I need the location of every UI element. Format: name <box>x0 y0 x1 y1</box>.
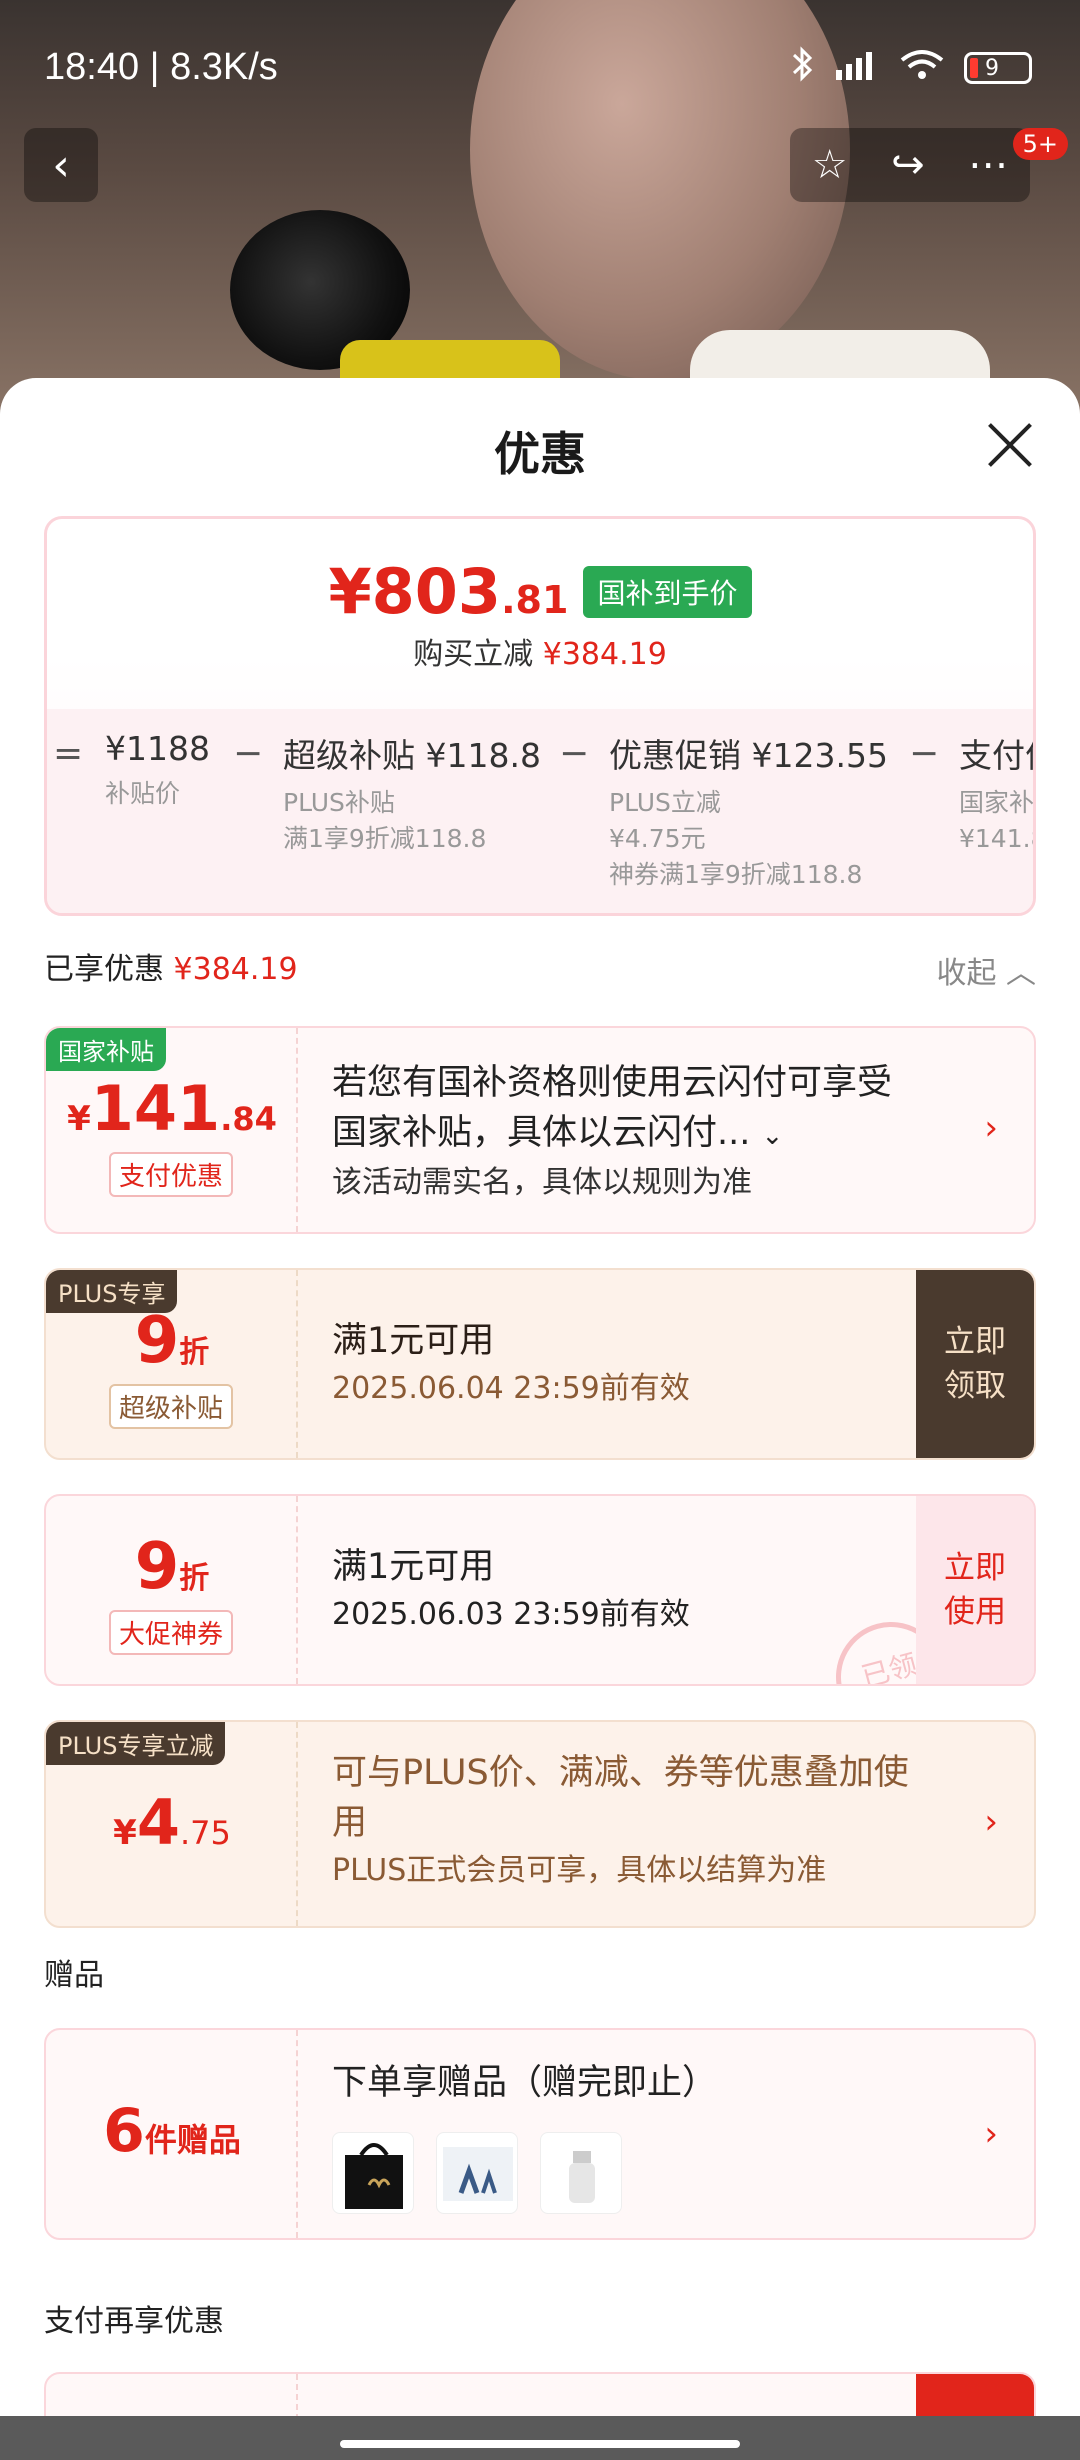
equals-sign: = <box>53 733 84 774</box>
reduce-label: 购买立减 <box>413 637 534 672</box>
breakdown-sub: PLUS补贴 满1享9折减118.8 <box>283 788 487 853</box>
coupon-left: PLUS专享 9折 超级补贴 <box>46 1270 298 1458</box>
close-icon[interactable] <box>986 420 1034 468</box>
chevron-up-icon: ︿ <box>1006 956 1036 991</box>
chevron-right-icon: › <box>984 1802 998 1842</box>
gifts-title: 下单享赠品（赠完即止） <box>332 2063 718 2103</box>
gift-count: 6件赠品 <box>103 2096 241 2166</box>
signal-icon <box>832 46 880 90</box>
gov-subsidy-card[interactable]: 国家补贴 ¥141.84 支付优惠 若您有国补资格则使用云闪付可享受 国家补贴，… <box>44 1026 1036 1234</box>
share-icon[interactable]: ↪ <box>891 142 925 188</box>
gift-bottle-image <box>540 2132 622 2214</box>
plus-reduce-tag: PLUS专享立减 <box>46 1722 226 1765</box>
gov-sub: 支付优惠 <box>108 1152 234 1197</box>
breakdown-title: 优惠促销 ¥123.55 <box>609 736 888 775</box>
sheet-title: 优惠 <box>494 427 586 481</box>
price-breakdown[interactable]: = ¥1188 补贴价 − 超级补贴 ¥118.8 PLUS补贴 满1享9折减11… <box>47 709 1035 913</box>
plus-reduce-card[interactable]: PLUS专享立减 ¥4.75 可与PLUS价、满减、券等优惠叠加使 用 PLUS… <box>44 1720 1036 1928</box>
promo-sub: 大促神券 <box>108 1610 234 1655</box>
reduce-value: ¥384.19 <box>542 637 667 672</box>
coupon-left: PLUS专享立减 ¥4.75 <box>46 1722 298 1926</box>
minus-sign: − <box>233 733 264 774</box>
plus-amount: 9折 <box>134 1304 210 1378</box>
wifi-icon <box>898 46 946 90</box>
plus-coupon-card[interactable]: PLUS专享 9折 超级补贴 满1元可用 2025.06.04 23:59前有效… <box>44 1268 1036 1460</box>
breakdown-sub: 国家补¥141.8 <box>959 788 1035 853</box>
battery-icon: 9 <box>964 52 1032 84</box>
promo-coupon-card[interactable]: 9折 大促神券 满1元可用 2025.06.03 23:59前有效 已领 立即使… <box>44 1494 1036 1686</box>
plus-line1: 满1元可用 <box>332 1321 495 1361</box>
final-price: ¥803.81 <box>328 555 569 628</box>
status-bar: 18:40 | 8.3K/s 9 <box>0 0 1080 135</box>
more-icon[interactable]: ⋯ <box>968 142 1008 188</box>
claim-now-button[interactable]: 立即领取 <box>916 1270 1034 1458</box>
star-icon[interactable]: ☆ <box>812 142 848 188</box>
plus-reduce-line1: 可与PLUS价、满减、券等优惠叠加使 <box>332 1753 909 1793</box>
promo-amount: 9折 <box>134 1530 210 1604</box>
enjoyed-value: ¥384.19 <box>173 952 298 987</box>
pay-section-title: 支付再享优惠 <box>44 2304 224 2339</box>
coupon-left: 国家补贴 ¥141.84 支付优惠 <box>46 1028 298 1232</box>
plus-reduce-line1b: 用 <box>332 1803 368 1843</box>
top-actions: ☆ ↪ ⋯ <box>790 128 1030 202</box>
use-now-button[interactable]: 立即使用 <box>916 1496 1034 1684</box>
gift-thumbnails <box>332 2132 954 2214</box>
breakdown-title: 支付优 <box>959 736 1033 775</box>
discount-sheet: 优惠 ¥803.81 国补到手价 购买立减 ¥384.19 = ¥1188 补贴… <box>0 378 1080 2460</box>
back-button[interactable]: ‹ <box>24 128 98 202</box>
gifts-body: 下单享赠品（赠完即止） <box>332 2058 954 2214</box>
bluetooth-icon <box>790 46 814 90</box>
promo-body: 满1元可用 2025.06.03 23:59前有效 <box>332 1542 954 1638</box>
plus-reduce-line2: PLUS正式会员可享，具体以结算为准 <box>332 1853 827 1888</box>
plus-line2: 2025.06.04 23:59前有效 <box>332 1371 690 1406</box>
breakdown-sub: 补贴价 <box>105 779 181 808</box>
gov-body: 若您有国补资格则使用云闪付可享受 国家补贴，具体以云闪付... ⌄ 该活动需实名… <box>332 1058 954 1205</box>
final-price-row: ¥803.81 国补到手价 <box>47 555 1033 628</box>
status-icons: 9 <box>790 46 1032 90</box>
plus-sub: 超级补贴 <box>108 1384 234 1429</box>
breakdown-item: 超级补贴 ¥118.8 PLUS补贴 满1享9折减118.8 <box>283 729 541 857</box>
enjoyed-label: 已享优惠 <box>44 952 164 987</box>
plus-body: 满1元可用 2025.06.04 23:59前有效 <box>332 1316 954 1412</box>
battery-level: 9 <box>985 55 999 81</box>
status-time: 18:40 | 8.3K/s <box>44 46 278 88</box>
collapse-label: 收起 <box>936 956 997 991</box>
gesture-bar <box>0 2416 1080 2460</box>
minus-sign: − <box>909 733 940 774</box>
home-indicator[interactable] <box>340 2440 740 2448</box>
gov-tag: 国家补贴 <box>46 1028 166 1071</box>
breakdown-title: 超级补贴 ¥118.8 <box>283 736 541 775</box>
collapse-button[interactable]: 收起 ︿ <box>936 948 1036 992</box>
gift-bag-image <box>332 2132 414 2214</box>
gov-line3: 该活动需实名，具体以规则为准 <box>332 1165 752 1200</box>
breakdown-item: ¥1188 补贴价 <box>105 729 210 812</box>
minus-sign: − <box>559 733 590 774</box>
gifts-card[interactable]: 6件赠品 下单享赠品（赠完即止） › <box>44 2028 1036 2240</box>
chevron-right-icon: › <box>984 1108 998 1148</box>
gov-line1: 若您有国补资格则使用云闪付可享受 <box>332 1063 893 1103</box>
breakdown-sub: PLUS立减 ¥4.75元 神券满1享9折减118.8 <box>609 788 863 889</box>
plus-reduce-body: 可与PLUS价、满减、券等优惠叠加使 用 PLUS正式会员可享，具体以结算为准 <box>332 1748 954 1894</box>
breakdown-item: 优惠促销 ¥123.55 PLUS立减 ¥4.75元 神券满1享9折减118.8 <box>609 729 888 893</box>
price-summary: ¥803.81 国补到手价 购买立减 ¥384.19 = ¥1188 补贴价 −… <box>44 516 1036 916</box>
reduce-row: 购买立减 ¥384.19 <box>47 629 1033 673</box>
plus-reduce-amount: ¥4.75 <box>113 1786 231 1859</box>
gov-price-badge: 国补到手价 <box>583 565 752 618</box>
chevron-left-icon: ‹ <box>52 139 70 191</box>
breakdown-item: 支付优 国家补¥141.8 <box>959 729 1035 857</box>
promo-line1: 满1元可用 <box>332 1547 495 1587</box>
chevron-right-icon: › <box>984 2114 998 2154</box>
gov-line2: 国家补贴，具体以云闪付... ⌄ <box>332 1113 784 1153</box>
breakdown-title: ¥1188 <box>105 729 210 768</box>
gov-amount: ¥141.84 <box>67 1072 277 1145</box>
enjoyed-discount: 已享优惠 ¥384.19 <box>44 944 298 988</box>
gift-poster-image <box>436 2132 518 2214</box>
coupon-left: 6件赠品 <box>46 2030 298 2238</box>
gifts-section-title: 赠品 <box>44 1958 104 1993</box>
coupon-left: 9折 大促神券 <box>46 1496 298 1684</box>
chevron-down-icon: ⌄ <box>761 1121 784 1151</box>
message-count-badge: 5+ <box>1012 128 1068 160</box>
